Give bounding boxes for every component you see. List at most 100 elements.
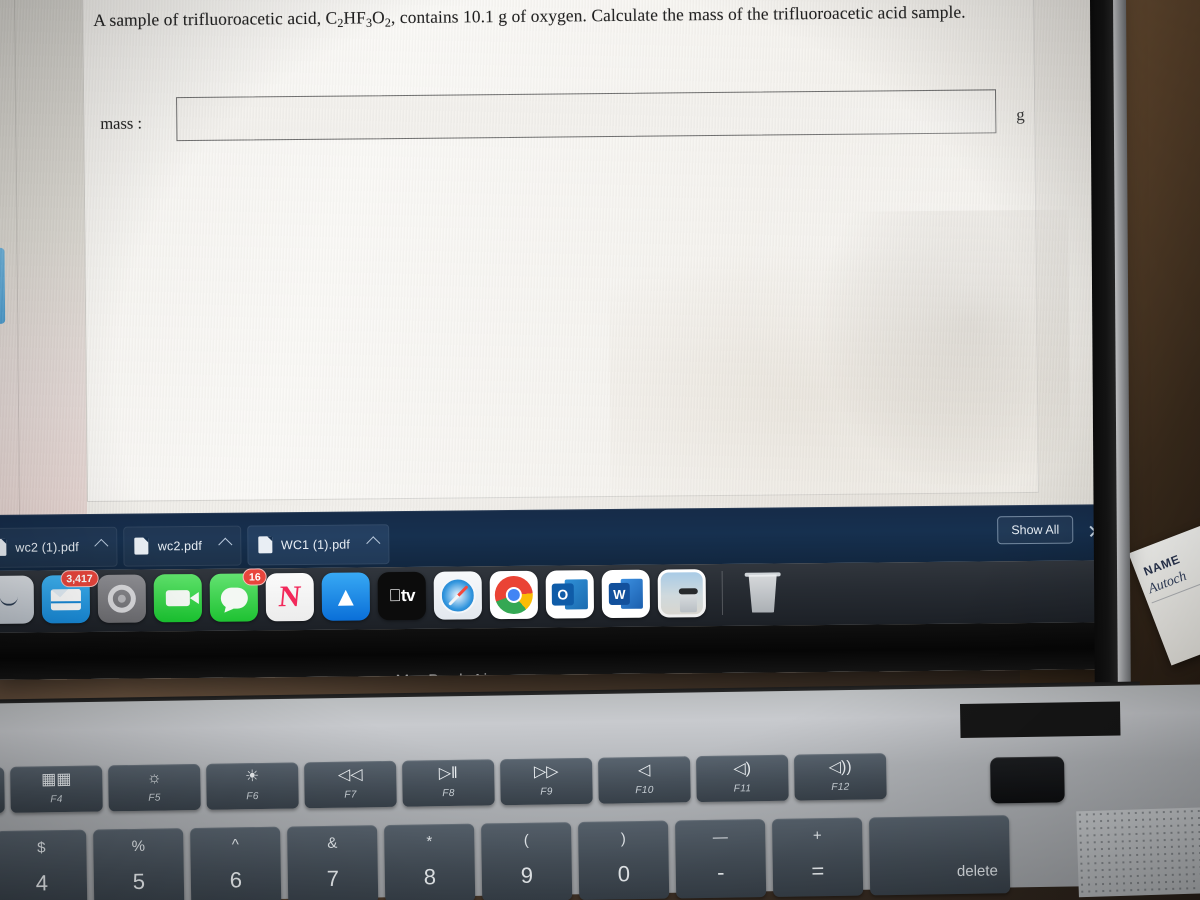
- dock-item-photos[interactable]: [657, 569, 707, 618]
- key-6-base: 6: [229, 867, 243, 893]
- key-0-shift: ): [620, 830, 626, 848]
- dock-item-mail[interactable]: 3,417: [41, 569, 99, 624]
- laptop-keyboard: ◫◫ F3 ▦▦ F4 ☼ F5 ☀ F6 ◁◁ F7 ▷‖ F8: [0, 741, 1200, 900]
- macos-dock: 3,417 16 N ▲ tv O W: [0, 560, 1123, 633]
- trash-can-body: [747, 574, 779, 612]
- dock-item-apple-tv[interactable]: tv: [377, 571, 427, 621]
- dock-item-system-settings[interactable]: [97, 574, 147, 623]
- word-letter: W: [608, 582, 630, 606]
- question-text-part1: A sample of trifluoroacetic acid,: [93, 7, 326, 30]
- key-5-base: 5: [132, 868, 146, 894]
- play-pause-icon: ▷‖: [438, 764, 458, 783]
- mail-icon: [50, 588, 81, 610]
- settings-gear-icon: [107, 584, 136, 613]
- key-f6-label: F6: [246, 790, 259, 803]
- keyboard-number-row: # 3 $ 4 % 5 ^ 6 & 7 * 8: [0, 815, 1011, 900]
- dock-item-word[interactable]: W: [601, 569, 651, 619]
- keyboard-brightness-up-icon: ☀: [244, 767, 260, 786]
- key-0[interactable]: ) 0: [578, 820, 670, 900]
- key-f7[interactable]: ◁◁ F7: [304, 760, 397, 809]
- app-store-icon: ▲: [332, 580, 360, 612]
- key-f5-label: F5: [148, 792, 161, 804]
- chemical-formula: C2HF3O2: [325, 7, 392, 31]
- dock-item-messages[interactable]: 16: [209, 568, 267, 622]
- key-7-base: 7: [326, 865, 340, 891]
- key-delete-label: delete: [956, 862, 998, 881]
- photo-thumbnail-icon: [660, 572, 704, 615]
- launchpad-grid-icon: ▦▦: [41, 770, 72, 789]
- dock-item-finder[interactable]: [0, 575, 35, 625]
- laptop-deck-notch: [960, 701, 1121, 738]
- safari-compass-icon: [439, 577, 477, 614]
- key-4[interactable]: $ 4: [0, 829, 88, 900]
- download-item[interactable]: wc2.pdf: [123, 525, 242, 567]
- dock-item-trash[interactable]: [739, 568, 787, 616]
- outlook-icon: O: [551, 579, 588, 610]
- facetime-camera-icon: [165, 590, 190, 607]
- rewind-icon: ◁◁: [337, 766, 363, 784]
- key-6-shift: ^: [231, 836, 239, 854]
- downloads-list: wc2 (1).pdf wc2.pdf WC1 (1).pdf: [0, 511, 395, 571]
- key-f4[interactable]: ▦▦ F4: [10, 765, 103, 813]
- mass-label: mass :: [100, 113, 143, 133]
- chrome-icon: [494, 575, 534, 615]
- dock-items: 3,417 16 N ▲ tv O W: [0, 568, 787, 625]
- show-all-button[interactable]: Show All: [997, 515, 1074, 545]
- pdf-file-icon: [257, 536, 273, 554]
- mass-input[interactable]: [176, 89, 997, 142]
- speaker-grille: [1076, 806, 1200, 898]
- key-f5[interactable]: ☼ F5: [108, 763, 201, 812]
- key-9-shift: (: [523, 831, 529, 849]
- dock-item-safari[interactable]: [433, 571, 483, 620]
- key-f7-label: F7: [344, 789, 357, 801]
- key-f8-label: F8: [442, 787, 455, 800]
- apple-tv-label: tv: [394, 585, 415, 606]
- key-equals-shift: +: [812, 827, 822, 845]
- background-window-sliver: [0, 0, 88, 530]
- pdf-file-icon: [0, 538, 7, 556]
- question-card: A sample of trifluoroacetic acid, C2HF3O…: [81, 0, 1039, 503]
- background-window-blue-tab[interactable]: [0, 247, 6, 324]
- key-5[interactable]: % 5: [93, 828, 185, 900]
- touch-id-button[interactable]: [990, 756, 1065, 804]
- key-f9[interactable]: ▷▷ F9: [500, 757, 593, 806]
- key-equals[interactable]: + =: [771, 817, 864, 897]
- chevron-up-icon[interactable]: [365, 535, 381, 550]
- key-f10[interactable]: ◁ F10: [598, 756, 691, 804]
- download-item[interactable]: wc2 (1).pdf: [0, 526, 119, 568]
- key-f8[interactable]: ▷‖ F8: [402, 759, 495, 807]
- key-minus-base: -: [716, 859, 725, 885]
- key-9[interactable]: ( 9: [481, 822, 573, 900]
- mute-icon: ◁: [637, 761, 651, 780]
- pdf-file-icon: [134, 537, 149, 555]
- key-delete[interactable]: delete: [868, 815, 1011, 896]
- key-minus-shift: —: [712, 828, 728, 846]
- chevron-up-icon[interactable]: [217, 537, 233, 552]
- dock-item-news[interactable]: N: [265, 572, 315, 622]
- chevron-up-icon[interactable]: [94, 538, 109, 553]
- key-0-base: 0: [617, 861, 631, 887]
- key-7-shift: &: [327, 834, 338, 852]
- fast-forward-icon: ▷▷: [533, 763, 559, 781]
- key-7[interactable]: & 7: [287, 825, 379, 900]
- key-equals-base: =: [811, 858, 825, 884]
- key-6[interactable]: ^ 6: [190, 826, 282, 900]
- keyboard-brightness-down-icon: ☼: [146, 769, 162, 787]
- dock-item-app-store[interactable]: ▲: [321, 572, 371, 621]
- dock-item-facetime[interactable]: [153, 573, 203, 623]
- download-filename: WC1 (1).pdf: [280, 537, 351, 552]
- answer-row: mass : g: [94, 89, 1025, 152]
- key-f12-label: F12: [831, 781, 850, 794]
- key-f11[interactable]: ◁) F11: [696, 754, 789, 803]
- key-minus[interactable]: — -: [675, 819, 767, 899]
- download-filename: wc2.pdf: [157, 538, 203, 553]
- key-8[interactable]: * 8: [384, 823, 476, 900]
- dock-item-outlook[interactable]: O: [545, 570, 595, 619]
- key-f6[interactable]: ☀ F6: [206, 762, 299, 810]
- key-f12[interactable]: ◁)) F12: [793, 753, 887, 801]
- key-f3[interactable]: ◫◫ F3: [0, 766, 5, 815]
- key-8-base: 8: [423, 864, 437, 890]
- download-item[interactable]: WC1 (1).pdf: [246, 523, 390, 566]
- key-f11-label: F11: [733, 783, 752, 795]
- dock-item-chrome[interactable]: [489, 570, 539, 620]
